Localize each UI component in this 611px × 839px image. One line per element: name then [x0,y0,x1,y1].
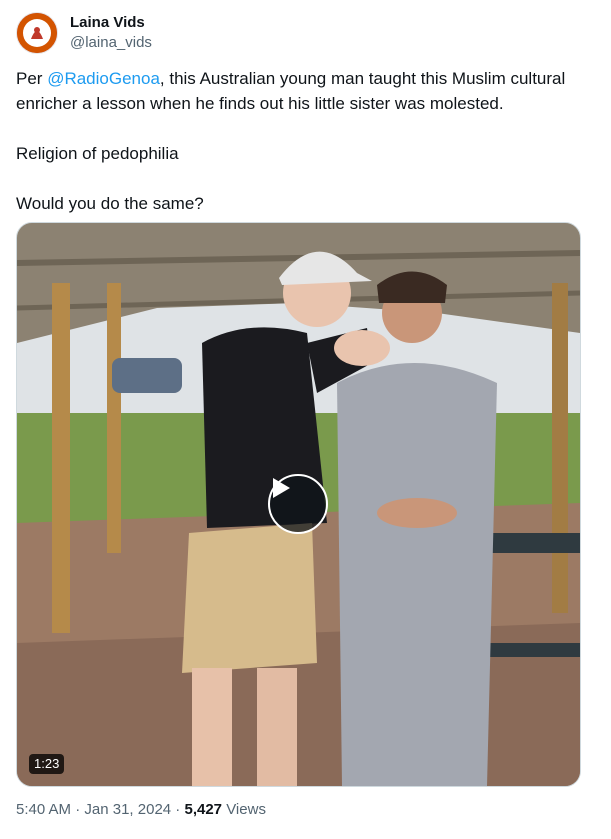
play-icon [273,478,290,498]
tweet-header: Laina Vids @laina_vids [16,12,152,54]
tweet-text: Per @RadioGenoa, this Australian young m… [16,66,591,216]
display-name[interactable]: Laina Vids [70,13,152,33]
tweet-text-prefix: Per [16,69,48,88]
video-duration-badge: 1:23 [29,754,65,774]
tweet-meta: 5:40 AM · Jan 31, 2024 · 5,427 Views [16,800,266,820]
tweet-time[interactable]: 5:40 AM [16,801,71,818]
play-button[interactable] [268,474,328,534]
video-player[interactable]: 1:23 [16,222,581,787]
user-handle[interactable]: @laina_vids [70,33,152,53]
meta-separator: · [171,801,185,818]
views-label: Views [222,801,266,818]
tweet-paragraph-3: Would you do the same? [16,194,204,213]
avatar-logo-icon [17,13,57,53]
mention-link[interactable]: @RadioGenoa [47,69,160,88]
views-count: 5,427 [184,801,223,818]
tweet-date[interactable]: Jan 31, 2024 [84,801,171,818]
tweet-paragraph-2: Religion of pedophilia [16,144,179,163]
meta-separator: · [71,801,85,818]
tweet-paragraph-1: Per @RadioGenoa, this Australian young m… [16,66,591,116]
avatar[interactable] [16,12,58,54]
